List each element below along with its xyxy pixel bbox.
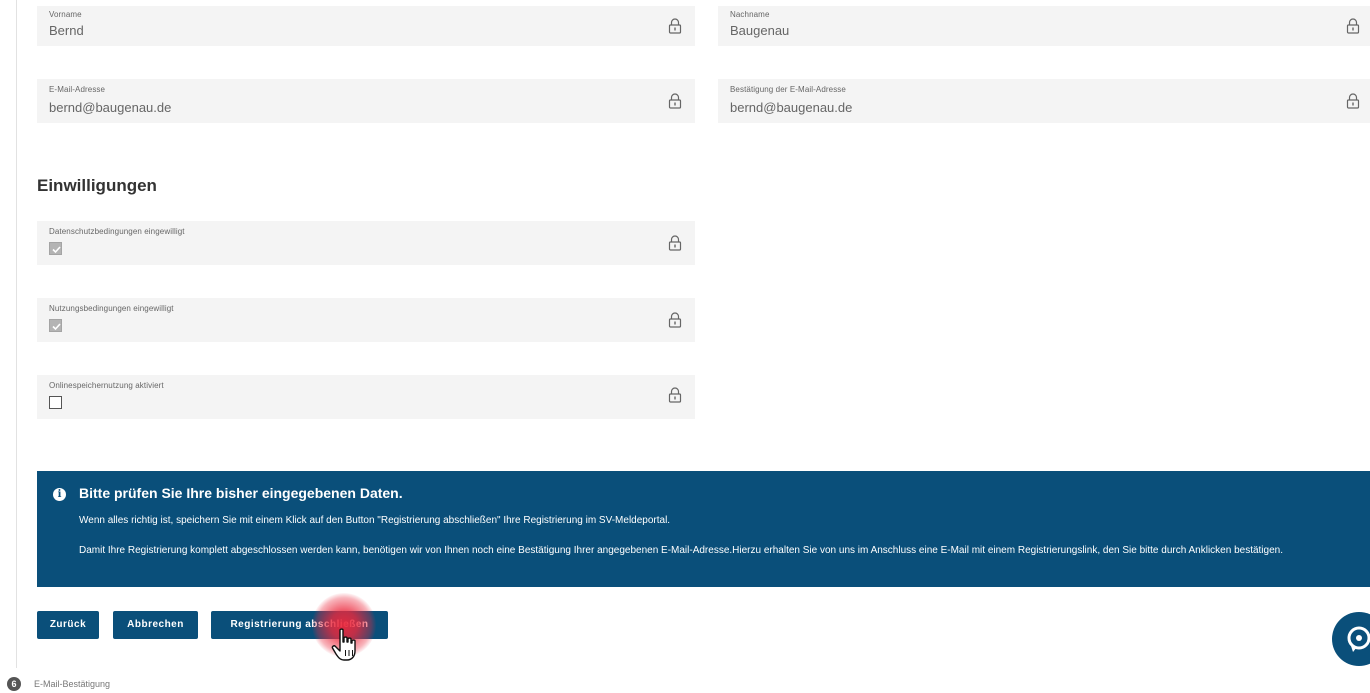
email-confirm-value: bernd@baugenau.de [730, 100, 853, 115]
first-name-label: Vorname [49, 10, 82, 19]
lock-icon [668, 18, 682, 34]
info-icon: i [53, 488, 66, 501]
info-banner: i Bitte prüfen Sie Ihre bisher eingegebe… [37, 471, 1370, 587]
lock-icon [1346, 18, 1360, 34]
lock-icon [668, 235, 682, 251]
first-name-value: Bernd [49, 23, 84, 38]
lock-icon [1346, 93, 1360, 109]
info-paragraph-2: Damit Ihre Registrierung komplett abgesc… [79, 545, 1283, 556]
online-storage-checkbox[interactable] [49, 396, 62, 409]
email-value: bernd@baugenau.de [49, 100, 172, 115]
email-field[interactable]: E-Mail-Adresse bernd@baugenau.de [37, 79, 695, 123]
terms-consent-field[interactable]: Nutzungsbedingungen eingewilligt [37, 298, 695, 342]
lock-icon [668, 387, 682, 403]
email-confirm-field[interactable]: Bestätigung der E-Mail-Adresse bernd@bau… [718, 79, 1370, 123]
hand-cursor-icon [331, 628, 356, 661]
info-paragraph-1: Wenn alles richtig ist, speichern Sie mi… [79, 515, 671, 526]
lock-icon [668, 93, 682, 109]
terms-consent-label: Nutzungsbedingungen eingewilligt [49, 304, 174, 313]
left-divider [16, 0, 17, 668]
privacy-consent-label: Datenschutzbedingungen eingewilligt [49, 227, 185, 236]
help-icon [1347, 626, 1370, 652]
back-button[interactable]: Zurück [37, 611, 99, 639]
help-button[interactable] [1332, 612, 1370, 666]
step-label: E-Mail-Bestätigung [34, 679, 111, 689]
privacy-consent-field[interactable]: Datenschutzbedingungen eingewilligt [37, 221, 695, 265]
email-label: E-Mail-Adresse [49, 85, 106, 94]
last-name-value: Baugenau [730, 23, 790, 38]
online-storage-field[interactable]: Onlinespeichernutzung aktiviert [37, 375, 695, 419]
privacy-consent-checkbox[interactable] [49, 242, 62, 255]
online-storage-label: Onlinespeichernutzung aktiviert [49, 381, 164, 390]
terms-consent-checkbox[interactable] [49, 319, 62, 332]
consents-section-title: Einwilligungen [37, 176, 157, 195]
lock-icon [668, 312, 682, 328]
first-name-field[interactable]: Vorname Bernd [37, 6, 695, 46]
step-number-badge: 6 [7, 677, 21, 691]
last-name-label: Nachname [730, 10, 770, 19]
info-title: Bitte prüfen Sie Ihre bisher eingegebene… [79, 485, 403, 501]
email-confirm-label: Bestätigung der E-Mail-Adresse [730, 85, 846, 94]
last-name-field[interactable]: Nachname Baugenau [718, 6, 1370, 46]
cancel-button[interactable]: Abbrechen [113, 611, 198, 639]
